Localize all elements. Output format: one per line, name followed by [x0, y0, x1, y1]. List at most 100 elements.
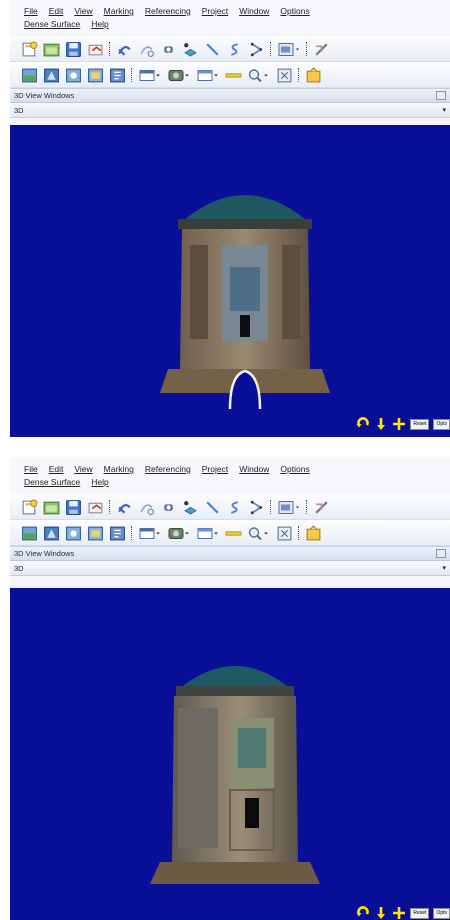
menu-options[interactable]: Options	[280, 463, 309, 476]
menu-view[interactable]: View	[74, 463, 92, 476]
viewport-3d[interactable]: Reset Opts	[10, 588, 450, 920]
dropdown-arrow-icon[interactable]: ▾	[442, 564, 446, 572]
toolbar-main	[10, 494, 450, 520]
point-icon[interactable]	[159, 498, 178, 517]
point-icon[interactable]	[159, 40, 178, 59]
zoom-dropdown-icon[interactable]	[246, 66, 272, 85]
navigation-controls: Reset Opts	[356, 417, 450, 431]
polyline-icon[interactable]	[247, 40, 266, 59]
measure-line-icon[interactable]	[224, 524, 243, 543]
dock-window-title: 3D View Windows	[14, 91, 75, 100]
pan-icon[interactable]	[392, 906, 406, 920]
dock-window-titlebar: 3D View Windows	[10, 88, 450, 103]
view-tab-bar: 3D ▾	[10, 561, 450, 576]
mesh-dropdown-icon[interactable]	[166, 524, 192, 543]
fit-icon[interactable]	[275, 524, 294, 543]
photo-icon[interactable]	[64, 524, 83, 543]
display-options-icon[interactable]	[276, 40, 302, 59]
photo-icon[interactable]	[64, 66, 83, 85]
new-project-icon[interactable]	[20, 40, 39, 59]
report-icon[interactable]	[108, 524, 127, 543]
menu-dense-surface[interactable]: Dense Surface	[24, 476, 80, 489]
select-icon[interactable]	[115, 498, 134, 517]
navigation-controls: Reset Opts	[356, 906, 450, 920]
arrow-down-icon[interactable]	[374, 906, 388, 920]
lasso-icon[interactable]	[137, 40, 156, 59]
lasso-icon[interactable]	[137, 498, 156, 517]
save-icon[interactable]	[64, 40, 83, 59]
menu-help[interactable]: Help	[91, 18, 108, 31]
report-icon[interactable]	[108, 66, 127, 85]
undo-icon[interactable]	[86, 40, 105, 59]
polyline-icon[interactable]	[247, 498, 266, 517]
menu-file[interactable]: File	[24, 5, 38, 18]
menu-marking[interactable]: Marking	[104, 5, 134, 18]
menu-referencing[interactable]: Referencing	[145, 5, 191, 18]
pin-icon[interactable]	[436, 549, 446, 558]
orthophoto-icon[interactable]	[86, 66, 105, 85]
menu-options[interactable]: Options	[280, 5, 309, 18]
display-options-icon[interactable]	[276, 498, 302, 517]
menu-dense-surface[interactable]: Dense Surface	[24, 18, 80, 31]
menu-help[interactable]: Help	[91, 476, 108, 489]
orthophoto-icon[interactable]	[86, 524, 105, 543]
menu-file[interactable]: File	[24, 463, 38, 476]
panel-dropdown-icon[interactable]	[195, 524, 221, 543]
crop-icon[interactable]	[312, 498, 331, 517]
arrow-down-icon[interactable]	[374, 417, 388, 431]
curve-icon[interactable]	[225, 40, 244, 59]
fit-icon[interactable]	[275, 66, 294, 85]
dock-window-title: 3D View Windows	[14, 549, 75, 558]
zoom-dropdown-icon[interactable]	[246, 524, 272, 543]
menu-window[interactable]: Window	[239, 463, 269, 476]
pin-icon[interactable]	[436, 91, 446, 100]
view-tab-label[interactable]: 3D	[14, 564, 24, 573]
curve-icon[interactable]	[225, 498, 244, 517]
menu-marking[interactable]: Marking	[104, 463, 134, 476]
select-icon[interactable]	[115, 40, 134, 59]
reset-button[interactable]: Reset	[410, 418, 430, 430]
new-project-icon[interactable]	[20, 498, 39, 517]
line-icon[interactable]	[203, 40, 222, 59]
pan-icon[interactable]	[392, 417, 406, 431]
rotate-icon[interactable]	[356, 906, 370, 920]
open-project-icon[interactable]	[42, 498, 61, 517]
options-button[interactable]: Opts	[433, 418, 450, 430]
undo-icon[interactable]	[86, 498, 105, 517]
menu-bar: File Edit View Marking Referencing Proje…	[10, 458, 450, 494]
marker-icon[interactable]	[181, 40, 200, 59]
view-2d-icon[interactable]	[20, 524, 39, 543]
crop-icon[interactable]	[312, 40, 331, 59]
view-3d-icon[interactable]	[42, 524, 61, 543]
rotate-icon[interactable]	[356, 417, 370, 431]
export-icon[interactable]	[304, 66, 323, 85]
options-button[interactable]: Opts	[433, 907, 450, 919]
line-icon[interactable]	[203, 498, 222, 517]
menu-edit[interactable]: Edit	[49, 5, 64, 18]
menu-edit[interactable]: Edit	[49, 463, 64, 476]
menu-window[interactable]: Window	[239, 5, 269, 18]
panel-dropdown-icon[interactable]	[195, 66, 221, 85]
measure-line-icon[interactable]	[224, 66, 243, 85]
view-tab-label[interactable]: 3D	[14, 106, 24, 115]
view-3d-icon[interactable]	[42, 66, 61, 85]
mesh-dropdown-icon[interactable]	[166, 66, 192, 85]
menu-project[interactable]: Project	[202, 5, 228, 18]
marker-icon[interactable]	[181, 498, 200, 517]
menu-view[interactable]: View	[74, 5, 92, 18]
menu-referencing[interactable]: Referencing	[145, 463, 191, 476]
dropdown-arrow-icon[interactable]: ▾	[442, 106, 446, 114]
table-dropdown-icon[interactable]	[137, 524, 163, 543]
menu-project[interactable]: Project	[202, 463, 228, 476]
open-project-icon[interactable]	[42, 40, 61, 59]
toolbar-separator	[297, 66, 301, 84]
reset-button[interactable]: Reset	[410, 907, 430, 919]
save-icon[interactable]	[64, 498, 83, 517]
export-icon[interactable]	[304, 524, 323, 543]
view-2d-icon[interactable]	[20, 66, 39, 85]
viewport-3d[interactable]: Reset Opts	[10, 125, 450, 437]
toolbar-separator	[108, 498, 112, 516]
toolbar-separator	[269, 498, 273, 516]
table-dropdown-icon[interactable]	[137, 66, 163, 85]
toolbar-separator	[297, 524, 301, 542]
